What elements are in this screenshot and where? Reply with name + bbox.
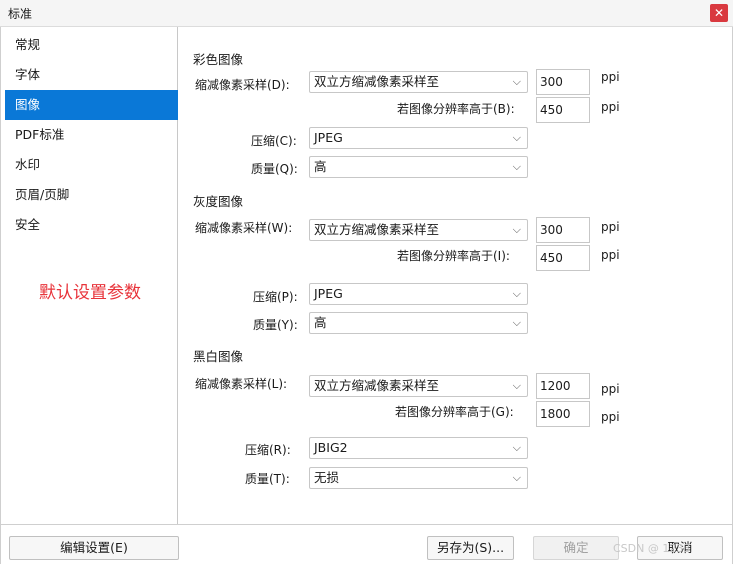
unit-label: ppi [601,410,620,424]
select-value: JBIG2 [314,440,348,455]
gray-compression-select[interactable]: JPEG ⌵ [309,283,528,305]
mono-quality-select[interactable]: 无损 ⌵ [309,467,528,489]
select-value: 高 [314,315,327,330]
dialog-body: 常规 字体 图像 PDF标准 水印 页眉/页脚 安全 默认设置参数 彩色图像 缩… [0,27,733,564]
save-as-button[interactable]: 另存为(S)... [427,536,514,560]
sidebar-item-watermark[interactable]: 水印 [5,150,178,180]
sidebar-item-security[interactable]: 安全 [5,210,178,240]
select-value: 双立方缩减像素采样至 [314,378,440,393]
chevron-down-icon: ⌵ [512,75,521,88]
color-downsample-select[interactable]: 双立方缩减像素采样至 ⌵ [309,71,528,93]
gray-threshold-input[interactable]: 450 [536,245,590,271]
chevron-down-icon: ⌵ [512,379,521,392]
gray-downsample-label: 缩减像素采样(W): [195,221,293,235]
mono-quality-label: 质量(T): [245,472,290,486]
mono-compression-label: 压缩(R): [245,443,291,457]
dialog-footer: 编辑设置(E) 另存为(S)... 确定 取消 CSDN @ 1233 [1,524,732,564]
color-section-title: 彩色图像 [193,52,244,67]
chevron-down-icon: ⌵ [512,131,521,144]
sidebar-item-pdf-standard[interactable]: PDF标准 [5,120,178,150]
annotation-text: 默认设置参数 [39,283,141,303]
color-compression-select[interactable]: JPEG ⌵ [309,127,528,149]
sidebar: 常规 字体 图像 PDF标准 水印 页眉/页脚 安全 默认设置参数 [1,27,178,524]
chevron-down-icon: ⌵ [512,316,521,329]
select-value: 无损 [314,470,340,485]
close-icon[interactable]: ✕ [710,4,728,22]
unit-label: ppi [601,382,620,396]
title-bar: 标准 ✕ [0,0,733,27]
edit-settings-button[interactable]: 编辑设置(E) [9,536,179,560]
ok-button[interactable]: 确定 [533,536,619,560]
sidebar-item-header-footer[interactable]: 页眉/页脚 [5,180,178,210]
mono-downsample-label: 缩减像素采样(L): [195,377,288,391]
chevron-down-icon: ⌵ [512,223,521,236]
gray-resolution-input[interactable]: 300 [536,217,590,243]
unit-label: ppi [601,70,620,84]
gray-compression-label: 压缩(P): [253,290,298,304]
select-value: JPEG [314,286,343,301]
mono-resolution-input[interactable]: 1200 [536,373,590,399]
select-value: 高 [314,159,327,174]
mono-threshold-label: 若图像分辨率高于(G): [395,405,514,419]
color-quality-select[interactable]: 高 ⌵ [309,156,528,178]
chevron-down-icon: ⌵ [512,441,521,454]
color-quality-label: 质量(Q): [251,162,298,176]
mono-threshold-input[interactable]: 1800 [536,401,590,427]
color-downsample-label: 缩减像素采样(D): [195,78,290,92]
gray-quality-select[interactable]: 高 ⌵ [309,312,528,334]
select-value: 双立方缩减像素采样至 [314,222,440,237]
color-resolution-input[interactable]: 300 [536,69,590,95]
csdn-watermark: CSDN @ 1233 [613,542,691,555]
sidebar-item-fonts[interactable]: 字体 [5,60,178,90]
chevron-down-icon: ⌵ [512,287,521,300]
sidebar-item-images[interactable]: 图像 [5,90,178,120]
gray-section-title: 灰度图像 [193,194,244,209]
chevron-down-icon: ⌵ [512,160,521,173]
mono-compression-select[interactable]: JBIG2 ⌵ [309,437,528,459]
color-compression-label: 压缩(C): [251,134,297,148]
sidebar-item-general[interactable]: 常规 [5,30,178,60]
select-value: JPEG [314,130,343,145]
unit-label: ppi [601,220,620,234]
color-threshold-input[interactable]: 450 [536,97,590,123]
unit-label: ppi [601,100,620,114]
mono-downsample-select[interactable]: 双立方缩减像素采样至 ⌵ [309,375,528,397]
mono-section-title: 黑白图像 [193,349,244,364]
color-threshold-label: 若图像分辨率高于(B): [397,102,515,116]
chevron-down-icon: ⌵ [512,471,521,484]
window-title: 标准 [8,7,33,21]
gray-quality-label: 质量(Y): [253,318,298,332]
gray-threshold-label: 若图像分辨率高于(I): [397,249,510,263]
image-settings-panel: 彩色图像 缩减像素采样(D): 双立方缩减像素采样至 ⌵ 300 ppi 若图像… [179,27,733,524]
gray-downsample-select[interactable]: 双立方缩减像素采样至 ⌵ [309,219,528,241]
select-value: 双立方缩减像素采样至 [314,74,440,89]
unit-label: ppi [601,248,620,262]
